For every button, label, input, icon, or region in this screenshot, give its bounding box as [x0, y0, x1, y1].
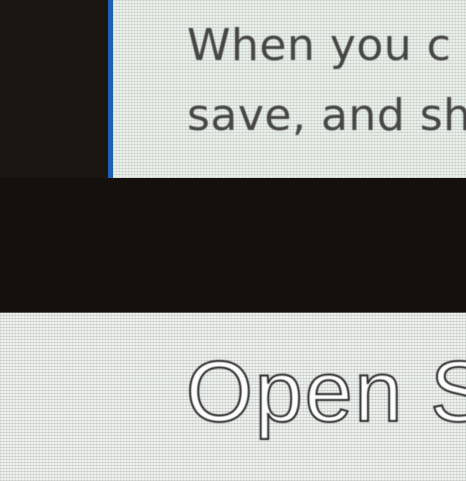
dialog-message-line-1: When you c	[187, 20, 452, 71]
screen-gap	[0, 178, 466, 312]
open-option-heading[interactable]: Open S	[185, 343, 466, 442]
bottom-panel: Open S	[0, 312, 466, 481]
dialog-message-line-2: save, and sh	[187, 90, 466, 141]
info-dialog-card: When you c save, and sh	[108, 0, 466, 178]
